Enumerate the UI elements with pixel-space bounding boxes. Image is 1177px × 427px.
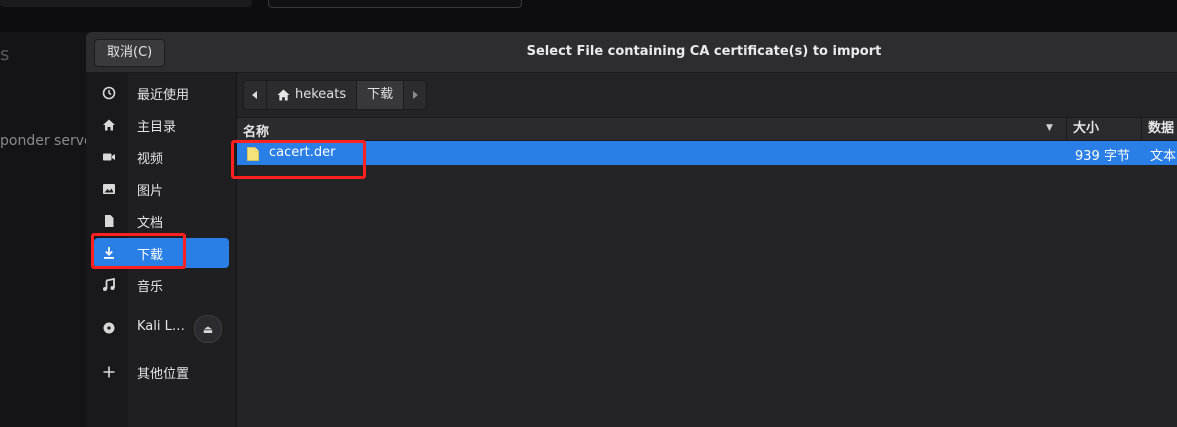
background-input — [268, 0, 522, 8]
cancel-button[interactable]: 取消(C) — [94, 39, 166, 67]
sidebar-item-downloads[interactable]: 下载 — [94, 238, 229, 268]
sidebar-item-label: 音乐 — [137, 280, 164, 295]
background-heading-fragment: s — [0, 44, 10, 65]
plus-icon — [101, 364, 117, 380]
path-segment-label: hekeats — [295, 87, 347, 102]
file-size: 939 字节 — [1075, 149, 1130, 164]
sidebar-item-label: 最近使用 — [137, 88, 190, 103]
download-icon — [101, 245, 117, 261]
sidebar-item-label: 视频 — [137, 152, 164, 167]
sidebar-item-pictures[interactable]: 图片 — [94, 174, 229, 204]
sidebar-item-videos[interactable]: 视频 — [94, 142, 229, 172]
sidebar-item-label: 图片 — [137, 184, 164, 199]
file-chooser-dialog: Select File containing CA certificate(s)… — [86, 32, 1177, 427]
file-type: 文本 — [1150, 149, 1177, 164]
home-icon — [277, 89, 290, 101]
chevron-left-icon — [252, 91, 257, 99]
path-bar: hekeats 下载 — [243, 80, 428, 110]
eject-icon[interactable]: ⏏ — [194, 315, 222, 343]
video-camera-icon — [101, 149, 117, 165]
sidebar-item-home[interactable]: 主目录 — [94, 110, 229, 140]
chevron-right-icon — [413, 91, 419, 99]
background-field — [0, 0, 252, 7]
sidebar-item-label: 文档 — [137, 216, 164, 231]
path-scroll-right-button[interactable] — [404, 81, 426, 109]
dialog-headerbar: Select File containing CA certificate(s)… — [86, 32, 1177, 73]
text-file-icon — [247, 146, 259, 161]
sidebar-item-kali-volume[interactable]: Kali L… ⏏ — [94, 313, 229, 343]
clock-icon — [101, 85, 117, 101]
column-header-name[interactable]: 名称 — [243, 121, 269, 140]
dialog-title: Select File containing CA certificate(s)… — [526, 44, 882, 59]
places-sidebar: 最近使用 主目录 视频 图片 文档 下载 音乐 Kali L… ⏏ 其他位置 — [86, 73, 237, 427]
sidebar-item-documents[interactable]: 文档 — [94, 206, 229, 236]
document-icon — [101, 213, 117, 229]
path-segment-home[interactable]: hekeats — [267, 81, 358, 109]
disc-icon — [101, 320, 117, 336]
sidebar-item-label: 下载 — [137, 248, 164, 263]
sidebar-item-label: 其他位置 — [137, 367, 190, 382]
file-name: cacert.der — [269, 145, 336, 160]
sort-descending-icon: ▼ — [1046, 123, 1053, 133]
file-list-pane: hekeats 下载 名称 ▼ 大小 数据 cacert.der 939 字节 … — [237, 73, 1177, 427]
sidebar-item-label: 主目录 — [137, 120, 177, 135]
background-label-fragment: ponder serve — [0, 133, 93, 149]
path-segment-downloads[interactable]: 下载 — [357, 81, 405, 109]
column-header-type[interactable]: 数据 — [1141, 118, 1177, 140]
file-row[interactable]: cacert.der 939 字节 文本 — [237, 141, 1177, 165]
sidebar-item-other-locations[interactable]: 其他位置 — [94, 357, 229, 387]
path-segment-label: 下载 — [367, 87, 394, 102]
sidebar-item-label: Kali L… — [137, 319, 185, 334]
path-scroll-left-button[interactable] — [244, 81, 267, 109]
column-header-row: 名称 ▼ 大小 数据 — [237, 117, 1177, 141]
column-header-size[interactable]: 大小 — [1066, 118, 1147, 140]
home-icon — [101, 117, 117, 133]
sidebar-item-recent[interactable]: 最近使用 — [94, 78, 229, 108]
picture-icon — [101, 181, 117, 197]
sidebar-item-music[interactable]: 音乐 — [94, 270, 229, 300]
music-note-icon — [101, 277, 117, 293]
